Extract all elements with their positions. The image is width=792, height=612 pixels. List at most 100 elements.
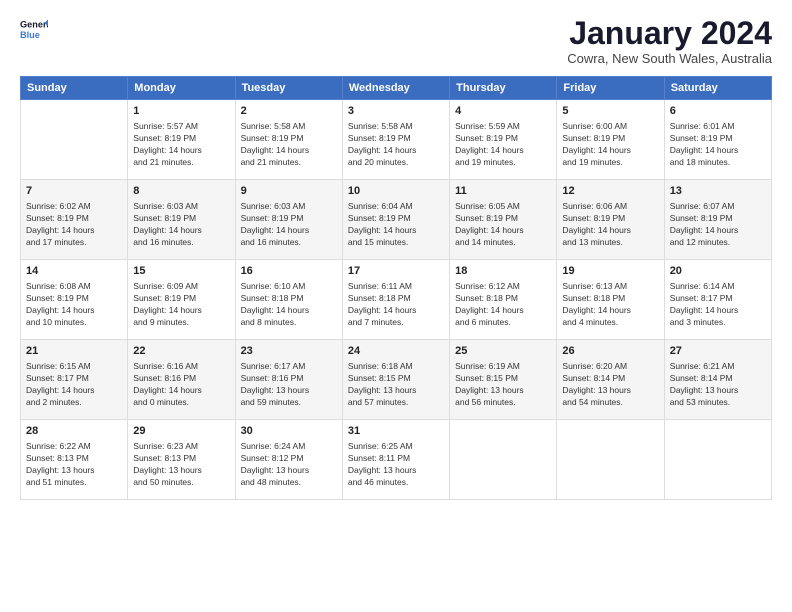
day-number: 11 <box>455 184 551 199</box>
day-info: Sunrise: 6:04 AM Sunset: 8:19 PM Dayligh… <box>348 201 444 249</box>
day-info: Sunrise: 6:02 AM Sunset: 8:19 PM Dayligh… <box>26 201 122 249</box>
day-number: 25 <box>455 344 551 359</box>
day-number: 29 <box>133 424 229 439</box>
calendar-cell: 8Sunrise: 6:03 AM Sunset: 8:19 PM Daylig… <box>128 180 235 260</box>
day-info: Sunrise: 5:57 AM Sunset: 8:19 PM Dayligh… <box>133 121 229 169</box>
day-number: 14 <box>26 264 122 279</box>
day-info: Sunrise: 6:11 AM Sunset: 8:18 PM Dayligh… <box>348 281 444 329</box>
day-info: Sunrise: 6:20 AM Sunset: 8:14 PM Dayligh… <box>562 361 658 409</box>
calendar-cell: 17 Sunrise: 6:11 AM Sunset: 8:18 PM Dayli… <box>342 260 449 340</box>
calendar-cell: 3Sunrise: 5:58 AM Sunset: 8:19 PM Daylig… <box>342 100 449 180</box>
day-info: Sunrise: 5:59 AM Sunset: 8:19 PM Dayligh… <box>455 121 551 169</box>
calendar-cell <box>21 100 128 180</box>
day-number: 19 <box>562 264 658 279</box>
day-info: Sunrise: 6:03 AM Sunset: 8:19 PM Dayligh… <box>133 201 229 249</box>
calendar-cell: 10 Sunrise: 6:04 AM Sunset: 8:19 PM Dayli… <box>342 180 449 260</box>
day-number: 2 <box>241 104 337 119</box>
day-number: 5 <box>562 104 658 119</box>
calendar-table: SundayMondayTuesdayWednesdayThursdayFrid… <box>20 76 772 500</box>
day-number: 6 <box>670 104 766 119</box>
day-number: 1 <box>133 104 229 119</box>
day-info: Sunrise: 6:08 AM Sunset: 8:19 PM Dayligh… <box>26 281 122 329</box>
calendar-cell: 2 Sunrise: 5:58 AM Sunset: 8:19 PM Daylig… <box>235 100 342 180</box>
calendar-cell: 6 Sunrise: 6:01 AM Sunset: 8:19 PM Daylig… <box>664 100 771 180</box>
calendar-cell: 25 Sunrise: 6:19 AM Sunset: 8:15 PM Dayli… <box>450 340 557 420</box>
day-info: Sunrise: 6:19 AM Sunset: 8:15 PM Dayligh… <box>455 361 551 409</box>
day-info: Sunrise: 6:00 AM Sunset: 8:19 PM Dayligh… <box>562 121 658 169</box>
day-number: 15 <box>133 264 229 279</box>
day-info: Sunrise: 6:13 AM Sunset: 8:18 PM Dayligh… <box>562 281 658 329</box>
calendar-cell: 12 Sunrise: 6:06 AM Sunset: 8:19 PM Dayli… <box>557 180 664 260</box>
day-info: Sunrise: 6:01 AM Sunset: 8:19 PM Dayligh… <box>670 121 766 169</box>
calendar-cell: 5 Sunrise: 6:00 AM Sunset: 8:19 PM Daylig… <box>557 100 664 180</box>
day-info: Sunrise: 6:23 AM Sunset: 8:13 PM Dayligh… <box>133 441 229 489</box>
weekday-thursday: Thursday <box>450 77 557 100</box>
day-number: 22 <box>133 344 229 359</box>
day-number: 10 <box>348 184 444 199</box>
week-row-5: 28 Sunrise: 6:22 AM Sunset: 8:13 PM Dayli… <box>21 420 772 500</box>
calendar-cell: 4 Sunrise: 5:59 AM Sunset: 8:19 PM Daylig… <box>450 100 557 180</box>
page: General Blue January 2024 Cowra, New Sou… <box>0 0 792 612</box>
day-info: Sunrise: 6:15 AM Sunset: 8:17 PM Dayligh… <box>26 361 122 409</box>
calendar-cell: 16 Sunrise: 6:10 AM Sunset: 8:18 PM Dayli… <box>235 260 342 340</box>
calendar-cell: 18 Sunrise: 6:12 AM Sunset: 8:18 PM Dayli… <box>450 260 557 340</box>
day-number: 31 <box>348 424 444 439</box>
weekday-header-row: SundayMondayTuesdayWednesdayThursdayFrid… <box>21 77 772 100</box>
day-info: Sunrise: 6:03 AM Sunset: 8:19 PM Dayligh… <box>241 201 337 249</box>
day-info: Sunrise: 5:58 AM Sunset: 8:19 PM Dayligh… <box>348 121 444 169</box>
day-number: 17 <box>348 264 444 279</box>
header: General Blue January 2024 Cowra, New Sou… <box>20 16 772 66</box>
weekday-wednesday: Wednesday <box>342 77 449 100</box>
calendar-cell: 29 Sunrise: 6:23 AM Sunset: 8:13 PM Dayli… <box>128 420 235 500</box>
day-number: 16 <box>241 264 337 279</box>
day-info: Sunrise: 6:07 AM Sunset: 8:19 PM Dayligh… <box>670 201 766 249</box>
day-info: Sunrise: 6:05 AM Sunset: 8:19 PM Dayligh… <box>455 201 551 249</box>
calendar-cell: 28 Sunrise: 6:22 AM Sunset: 8:13 PM Dayli… <box>21 420 128 500</box>
day-number: 21 <box>26 344 122 359</box>
week-row-1: 1 Sunrise: 5:57 AM Sunset: 8:19 PM Daylig… <box>21 100 772 180</box>
day-number: 23 <box>241 344 337 359</box>
calendar-cell: 27Sunrise: 6:21 AM Sunset: 8:14 PM Dayli… <box>664 340 771 420</box>
day-number: 9 <box>241 184 337 199</box>
day-info: Sunrise: 6:09 AM Sunset: 8:19 PM Dayligh… <box>133 281 229 329</box>
weekday-friday: Friday <box>557 77 664 100</box>
weekday-saturday: Saturday <box>664 77 771 100</box>
day-number: 12 <box>562 184 658 199</box>
day-info: Sunrise: 6:21 AM Sunset: 8:14 PM Dayligh… <box>670 361 766 409</box>
day-number: 18 <box>455 264 551 279</box>
day-info: Sunrise: 6:22 AM Sunset: 8:13 PM Dayligh… <box>26 441 122 489</box>
day-info: Sunrise: 6:18 AM Sunset: 8:15 PM Dayligh… <box>348 361 444 409</box>
day-info: Sunrise: 6:17 AM Sunset: 8:16 PM Dayligh… <box>241 361 337 409</box>
day-info: Sunrise: 6:12 AM Sunset: 8:18 PM Dayligh… <box>455 281 551 329</box>
day-info: Sunrise: 6:10 AM Sunset: 8:18 PM Dayligh… <box>241 281 337 329</box>
day-info: Sunrise: 5:58 AM Sunset: 8:19 PM Dayligh… <box>241 121 337 169</box>
svg-text:General: General <box>20 19 48 29</box>
calendar-cell <box>664 420 771 500</box>
day-number: 13 <box>670 184 766 199</box>
day-info: Sunrise: 6:16 AM Sunset: 8:16 PM Dayligh… <box>133 361 229 409</box>
day-number: 24 <box>348 344 444 359</box>
calendar-cell: 26Sunrise: 6:20 AM Sunset: 8:14 PM Dayli… <box>557 340 664 420</box>
day-number: 4 <box>455 104 551 119</box>
calendar-cell: 21 Sunrise: 6:15 AM Sunset: 8:17 PM Dayli… <box>21 340 128 420</box>
day-number: 30 <box>241 424 337 439</box>
calendar-cell: 23 Sunrise: 6:17 AM Sunset: 8:16 PM Dayli… <box>235 340 342 420</box>
calendar-cell: 22 Sunrise: 6:16 AM Sunset: 8:16 PM Dayli… <box>128 340 235 420</box>
day-number: 20 <box>670 264 766 279</box>
title-block: January 2024 Cowra, New South Wales, Aus… <box>567 16 772 66</box>
day-info: Sunrise: 6:25 AM Sunset: 8:11 PM Dayligh… <box>348 441 444 489</box>
day-number: 7 <box>26 184 122 199</box>
calendar-cell <box>450 420 557 500</box>
weekday-monday: Monday <box>128 77 235 100</box>
day-info: Sunrise: 6:06 AM Sunset: 8:19 PM Dayligh… <box>562 201 658 249</box>
calendar-cell: 19 Sunrise: 6:13 AM Sunset: 8:18 PM Dayli… <box>557 260 664 340</box>
logo: General Blue <box>20 16 48 44</box>
logo-icon: General Blue <box>20 16 48 44</box>
month-title: January 2024 <box>567 16 772 51</box>
weekday-sunday: Sunday <box>21 77 128 100</box>
svg-text:Blue: Blue <box>20 30 40 40</box>
calendar-cell: 7 Sunrise: 6:02 AM Sunset: 8:19 PM Daylig… <box>21 180 128 260</box>
day-number: 28 <box>26 424 122 439</box>
calendar-cell <box>557 420 664 500</box>
calendar-cell: 31 Sunrise: 6:25 AM Sunset: 8:11 PM Dayli… <box>342 420 449 500</box>
